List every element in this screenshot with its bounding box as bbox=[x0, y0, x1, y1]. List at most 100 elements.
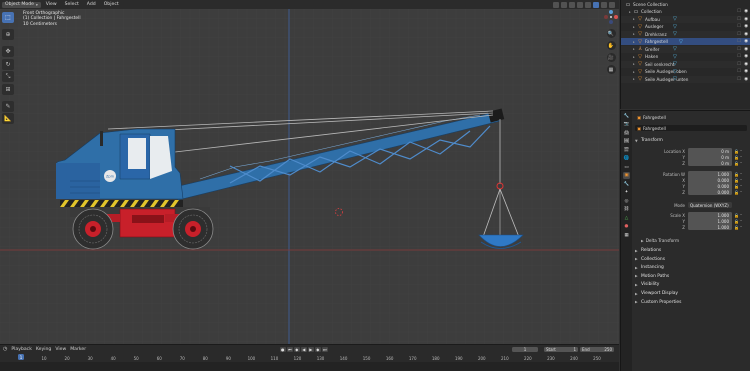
3d-viewport[interactable]: Object Mode ▾ View Select Add Object Zpm… bbox=[0, 0, 619, 344]
keyframe-dot-icon[interactable]: • bbox=[740, 149, 744, 153]
panel-header[interactable]: ▶ Collections bbox=[635, 256, 749, 263]
eye-icon[interactable]: ◉ bbox=[744, 77, 748, 82]
menu-playback[interactable]: Playback bbox=[11, 347, 32, 352]
clock-icon[interactable]: ◷ bbox=[3, 346, 7, 352]
outliner-root[interactable]: ▭ Scene Collection bbox=[621, 1, 750, 8]
tool-tab-icon[interactable]: 🔧 bbox=[623, 113, 630, 120]
rendered-shading-icon[interactable] bbox=[609, 1, 615, 8]
keyframe-dot-icon[interactable]: • bbox=[740, 219, 744, 223]
object-mode-dropdown[interactable]: Object Mode ▾ bbox=[2, 1, 41, 8]
checkbox-icon[interactable]: ☐ bbox=[737, 54, 741, 59]
render-tab-icon[interactable]: 📷 bbox=[623, 121, 630, 128]
location-x-field[interactable]: 0 m bbox=[688, 148, 732, 154]
checkbox-icon[interactable]: ☐ bbox=[737, 62, 741, 67]
keyframe-dot-icon[interactable]: • bbox=[740, 213, 744, 217]
jump-end-icon[interactable]: ⏭ bbox=[322, 346, 328, 352]
camera-icon[interactable]: 🎥 bbox=[606, 53, 616, 62]
eye-icon[interactable]: ◉ bbox=[744, 54, 748, 59]
rotation-x-field[interactable]: 0.000 bbox=[688, 177, 732, 183]
keyframe-dot-icon[interactable]: • bbox=[740, 172, 744, 176]
menu-object[interactable]: Object bbox=[101, 2, 122, 8]
outliner-item[interactable]: ▸ ▽ Aufbau ▽ ☐ ◉ bbox=[621, 15, 750, 23]
scene-tab-icon[interactable]: 🎬 bbox=[623, 147, 630, 154]
play-reverse-icon[interactable]: ◀ bbox=[301, 346, 307, 352]
material-shading-icon[interactable] bbox=[601, 1, 607, 8]
panel-header[interactable]: ▶ Instancing bbox=[635, 264, 749, 271]
scale-icon[interactable]: ⤡ bbox=[2, 71, 14, 82]
keyframe-dot-icon[interactable]: • bbox=[740, 178, 744, 182]
record-icon[interactable]: ● bbox=[280, 346, 286, 352]
axis-gizmo-icon[interactable] bbox=[604, 9, 618, 27]
keyframe-dot-icon[interactable]: • bbox=[740, 184, 744, 188]
outliner-item[interactable]: ▸ ▭ Collection ☐ ◉ bbox=[621, 8, 750, 15]
scale-y-field[interactable]: 1.000 bbox=[688, 218, 732, 224]
visibility-icon[interactable] bbox=[553, 1, 559, 8]
panel-header[interactable]: ▶ Relations bbox=[635, 247, 749, 254]
transform-icon[interactable]: ⊞ bbox=[2, 83, 14, 95]
outliner-item[interactable]: ▸ ▽ Seil senkrecht ▽ ☐ ◉ bbox=[621, 60, 750, 68]
jump-start-icon[interactable]: ⏮ bbox=[287, 346, 293, 352]
properties-editor[interactable]: 🔧 📷 🖨 🖼 🎬 🌐 ▭ ▣ 🔧 ✦ ◎ ⛓ △ ● ▦ ▣ Fahrgest… bbox=[620, 110, 750, 371]
menu-keying[interactable]: Keying bbox=[36, 347, 51, 352]
checkbox-icon[interactable]: ☐ bbox=[737, 24, 741, 29]
rotation-mode-dropdown[interactable]: Quaternion (WXYZ) bbox=[688, 202, 732, 208]
collection-tab-icon[interactable]: ▭ bbox=[623, 164, 630, 171]
object-tab-icon[interactable]: ▣ bbox=[623, 172, 630, 179]
prev-key-icon[interactable]: ◆ bbox=[294, 346, 300, 352]
rotate-icon[interactable]: ↻ bbox=[2, 58, 14, 70]
timeline-editor[interactable]: ◷ Playback Keying View Marker ● ⏮ ◆ ◀ ▶ … bbox=[0, 344, 619, 371]
eye-icon[interactable]: ◉ bbox=[744, 62, 748, 67]
texture-tab-icon[interactable]: ▦ bbox=[623, 232, 630, 239]
start-frame-field[interactable]: Start 1 bbox=[544, 346, 578, 352]
checkbox-icon[interactable]: ☐ bbox=[737, 32, 741, 37]
location-y-field[interactable]: 0 m bbox=[688, 154, 732, 160]
checkbox-icon[interactable]: ☐ bbox=[737, 39, 741, 44]
transform-panel-header[interactable]: ▼ Transform bbox=[635, 137, 749, 144]
frame-ruler[interactable]: 1102030405060708090100110120130140150160… bbox=[0, 354, 619, 362]
object-name-field[interactable]: ▣ Fahrgestell bbox=[635, 125, 747, 131]
eye-icon[interactable]: ◉ bbox=[744, 39, 748, 44]
panel-header[interactable]: ▶ Motion Paths bbox=[635, 273, 749, 280]
pan-hand-icon[interactable]: ✋ bbox=[606, 41, 616, 50]
data-tab-icon[interactable]: △ bbox=[623, 215, 630, 222]
output-tab-icon[interactable]: 🖨 bbox=[623, 130, 630, 137]
view-layer-tab-icon[interactable]: 🖼 bbox=[623, 138, 630, 145]
checkbox-icon[interactable]: ☐ bbox=[737, 47, 741, 52]
next-key-icon[interactable]: ◆ bbox=[315, 346, 321, 352]
annotate-icon[interactable]: ✎ bbox=[2, 100, 14, 112]
menu-view[interactable]: View bbox=[43, 2, 60, 8]
menu-marker[interactable]: Marker bbox=[70, 347, 86, 352]
rotation-y-field[interactable]: 0.000 bbox=[688, 183, 732, 189]
keyframe-dot-icon[interactable]: • bbox=[740, 155, 744, 159]
menu-view[interactable]: View bbox=[55, 347, 66, 352]
checkbox-icon[interactable]: ☐ bbox=[737, 69, 741, 74]
eye-icon[interactable]: ◉ bbox=[744, 47, 748, 52]
eye-icon[interactable]: ◉ bbox=[744, 32, 748, 37]
checkbox-icon[interactable]: ☐ bbox=[737, 9, 741, 14]
wireframe-shading-icon[interactable] bbox=[585, 1, 591, 8]
location-z-field[interactable]: 0 m bbox=[688, 160, 732, 166]
overlay-toggle-icon[interactable] bbox=[569, 1, 575, 8]
scale-z-field[interactable]: 1.000 bbox=[688, 224, 732, 230]
gizmo-toggle-icon[interactable] bbox=[561, 1, 567, 8]
outliner-item[interactable]: ▸ ▽ Fahrgestell ▽ ☐ ◉ bbox=[621, 38, 750, 45]
panel-header[interactable]: ▶ Visibility bbox=[635, 281, 749, 288]
select-box-icon[interactable]: ⬚ bbox=[2, 12, 14, 23]
eye-icon[interactable]: ◉ bbox=[744, 24, 748, 29]
xray-toggle-icon[interactable] bbox=[577, 1, 583, 8]
eye-icon[interactable]: ◉ bbox=[744, 17, 748, 22]
solid-shading-icon[interactable] bbox=[593, 1, 599, 8]
play-icon[interactable]: ▶ bbox=[308, 346, 314, 352]
current-frame-field[interactable]: 1 bbox=[512, 346, 538, 352]
panel-header[interactable]: ▶ Custom Properties bbox=[635, 299, 749, 306]
move-icon[interactable]: ✥ bbox=[2, 46, 14, 57]
outliner-item[interactable]: ▸ ▽ Seile Ausleger oben ▽ ☐ ◉ bbox=[621, 68, 750, 75]
checkbox-icon[interactable]: ☐ bbox=[737, 77, 741, 82]
grid-view-icon[interactable]: ▦ bbox=[606, 65, 616, 74]
measure-icon[interactable]: 📐 bbox=[2, 113, 14, 124]
panel-header[interactable]: ▶ Viewport Display bbox=[635, 290, 749, 297]
rotation-z-field[interactable]: 0.000 bbox=[688, 189, 732, 195]
timeline-track-area[interactable] bbox=[0, 362, 619, 371]
end-frame-field[interactable]: End 250 bbox=[580, 346, 614, 352]
modifier-tab-icon[interactable]: 🔧 bbox=[623, 181, 630, 188]
